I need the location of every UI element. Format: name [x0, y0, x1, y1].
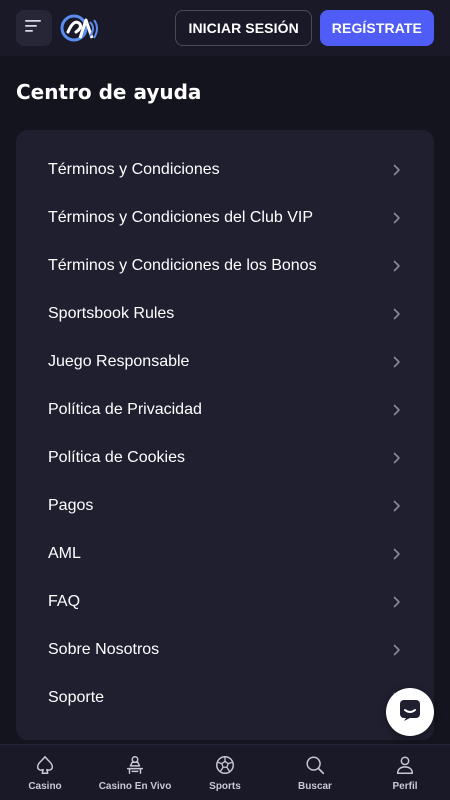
help-item-label: Términos y Condiciones: [48, 161, 220, 178]
nav-item-live-casino[interactable]: Casino En Vivo: [90, 745, 180, 800]
chevron-right-icon: [392, 500, 402, 512]
search-icon: [303, 753, 327, 777]
help-item-label: FAQ: [48, 593, 81, 610]
help-item-responsible-gaming[interactable]: Juego Responsable: [16, 338, 434, 386]
help-item-bonus-terms[interactable]: Términos y Condiciones de los Bonos: [16, 242, 434, 290]
help-item-label: AML: [48, 545, 81, 562]
register-button[interactable]: REGÍSTRATE: [319, 10, 434, 46]
nav-label: Casino: [28, 781, 62, 792]
live-dealer-icon: [123, 753, 147, 777]
nav-label: Casino En Vivo: [98, 781, 172, 792]
help-item-label: Términos y Condiciones del Club VIP: [48, 209, 314, 226]
top-header: INICIAR SESIÓN REGÍSTRATE: [0, 0, 450, 56]
help-item-privacy-policy[interactable]: Política de Privacidad: [16, 386, 434, 434]
chevron-right-icon: [392, 260, 402, 272]
help-item-support[interactable]: Soporte: [16, 674, 434, 722]
help-center-page: INICIAR SESIÓN REGÍSTRATE Centro de ayud…: [0, 0, 450, 800]
user-icon: [393, 753, 417, 777]
page-title: Centro de ayuda: [16, 80, 202, 104]
help-item-terms[interactable]: Términos y Condiciones: [16, 146, 434, 194]
help-item-aml[interactable]: AML: [16, 530, 434, 578]
chevron-right-icon: [392, 212, 402, 224]
chat-bubble-icon: [398, 698, 422, 727]
help-item-label: Soporte: [48, 689, 105, 706]
menu-button[interactable]: [16, 10, 52, 46]
help-item-label: Política de Privacidad: [48, 401, 202, 418]
chevron-right-icon: [392, 308, 402, 320]
login-button[interactable]: INICIAR SESIÓN: [175, 10, 312, 46]
hamburger-menu-icon: [25, 19, 43, 38]
bottom-navigation: Casino Casino En Vivo Sports Buscar Perf…: [0, 744, 450, 800]
nav-item-profile[interactable]: Perfil: [360, 745, 450, 800]
help-item-label: Sobre Nosotros: [48, 641, 160, 658]
help-item-about-us[interactable]: Sobre Nosotros: [16, 626, 434, 674]
help-item-faq[interactable]: FAQ: [16, 578, 434, 626]
chevron-right-icon: [392, 644, 402, 656]
soccer-ball-icon: [213, 753, 237, 777]
help-item-label: Términos y Condiciones de los Bonos: [48, 257, 317, 274]
nav-item-casino[interactable]: Casino: [0, 745, 90, 800]
nav-label: Perfil: [392, 781, 418, 792]
chevron-right-icon: [392, 356, 402, 368]
chevron-right-icon: [392, 452, 402, 464]
help-item-cookie-policy[interactable]: Política de Cookies: [16, 434, 434, 482]
chevron-right-icon: [392, 164, 402, 176]
brand-logo-icon[interactable]: [60, 12, 100, 44]
help-links-card: Términos y Condiciones Términos y Condic…: [16, 130, 434, 740]
help-item-vip-terms[interactable]: Términos y Condiciones del Club VIP: [16, 194, 434, 242]
chevron-right-icon: [392, 596, 402, 608]
help-item-label: Política de Cookies: [48, 449, 185, 466]
chevron-right-icon: [392, 548, 402, 560]
help-item-label: Sportsbook Rules: [48, 305, 175, 322]
help-item-payments[interactable]: Pagos: [16, 482, 434, 530]
nav-label: Buscar: [298, 781, 332, 792]
spade-icon: [33, 753, 57, 777]
nav-label: Sports: [209, 781, 241, 792]
nav-item-search[interactable]: Buscar: [270, 745, 360, 800]
help-item-label: Juego Responsable: [48, 353, 190, 370]
chat-support-button[interactable]: [386, 688, 434, 736]
nav-item-sports[interactable]: Sports: [180, 745, 270, 800]
help-item-label: Pagos: [48, 497, 94, 514]
help-item-sportsbook-rules[interactable]: Sportsbook Rules: [16, 290, 434, 338]
chevron-right-icon: [392, 404, 402, 416]
